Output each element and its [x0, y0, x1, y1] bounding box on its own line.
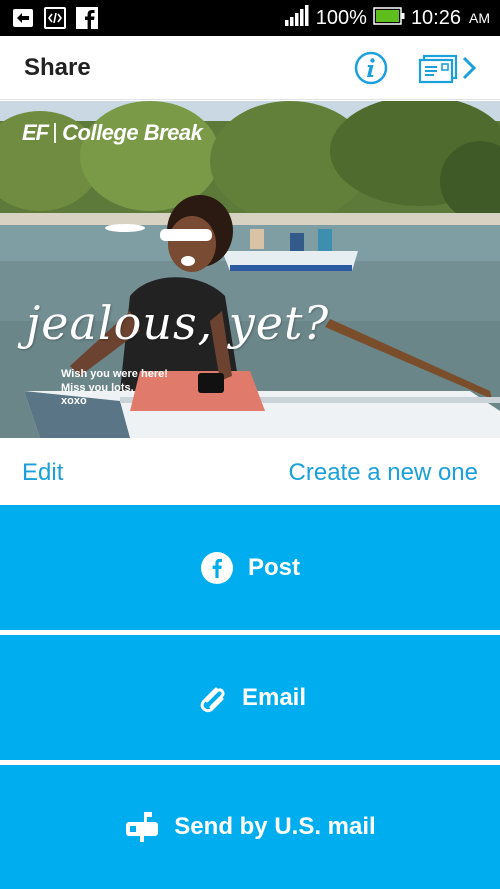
- facebook-icon: [200, 551, 234, 585]
- brand-logo: EF College Break: [22, 120, 203, 146]
- paperclip-icon: [194, 681, 228, 715]
- postcard-headline: jealous, yet?: [26, 296, 330, 350]
- brand-name: College Break: [62, 120, 203, 145]
- postcard-note: Wish you were here! Miss you lots, xoxo: [61, 368, 168, 409]
- postcard-preview-button[interactable]: [418, 50, 482, 86]
- note-line: Wish you were here!: [61, 368, 168, 380]
- page-title: Share: [24, 54, 91, 81]
- facebook-icon: [76, 7, 98, 29]
- postcard-image: EF College Break jealous, yet? Wish you …: [0, 101, 500, 438]
- send-mail-label: Send by U.S. mail: [174, 813, 376, 840]
- email-label: Email: [241, 683, 307, 711]
- battery-percent: 100%: [315, 6, 367, 29]
- usb-debug-icon: [12, 7, 34, 29]
- note-line: Miss you lots,: [61, 381, 134, 394]
- post-label: Post: [247, 553, 300, 581]
- signal-icon: [284, 4, 310, 32]
- brand-divider: [54, 123, 57, 143]
- postcard-icon: [418, 54, 477, 84]
- clock-ampm: AM: [469, 10, 490, 26]
- code-icon: [44, 7, 66, 29]
- app-header: Share: [0, 36, 500, 100]
- clock-time: 10:26: [410, 6, 461, 29]
- mailbox-icon: [124, 810, 160, 844]
- edit-row: Edit Create a new one: [0, 438, 500, 505]
- send-mail-button[interactable]: Send by U.S. mail: [0, 765, 500, 889]
- status-bar: 100% 10:26 AM: [0, 0, 500, 36]
- email-button[interactable]: Email: [0, 635, 500, 760]
- info-icon: [354, 51, 388, 85]
- create-new-link[interactable]: Create a new one: [289, 459, 478, 487]
- edit-link[interactable]: Edit: [22, 459, 63, 487]
- battery-icon: [373, 6, 405, 30]
- note-line: xoxo: [61, 395, 87, 407]
- info-button[interactable]: [354, 51, 388, 85]
- post-button[interactable]: Post: [0, 505, 500, 630]
- brand-ef: EF: [22, 120, 49, 145]
